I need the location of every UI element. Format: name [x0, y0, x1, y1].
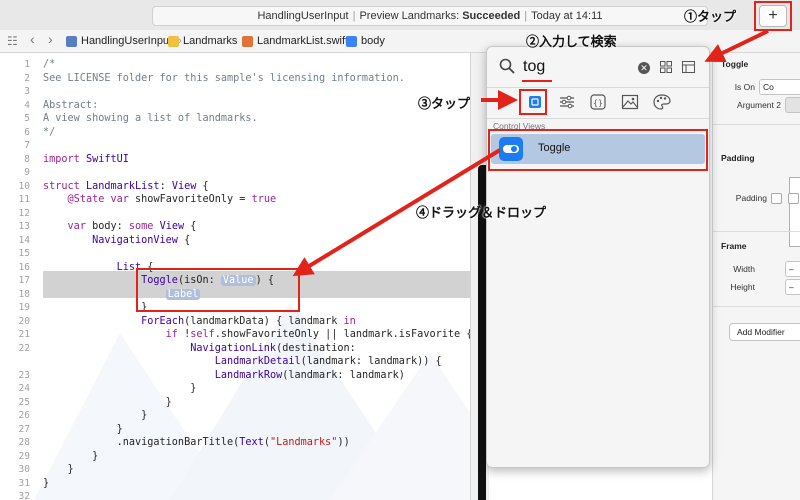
- annotation-step2: ②入力して検索: [526, 34, 617, 49]
- annotation-arrows: [292, 29, 769, 277]
- arrow-step1: [704, 29, 769, 63]
- annotation-step4: ④ドラッグ＆ドロップ: [416, 205, 547, 220]
- annotation-step1: ①タップ: [684, 9, 737, 24]
- annotation-step3: ③タップ: [418, 96, 471, 111]
